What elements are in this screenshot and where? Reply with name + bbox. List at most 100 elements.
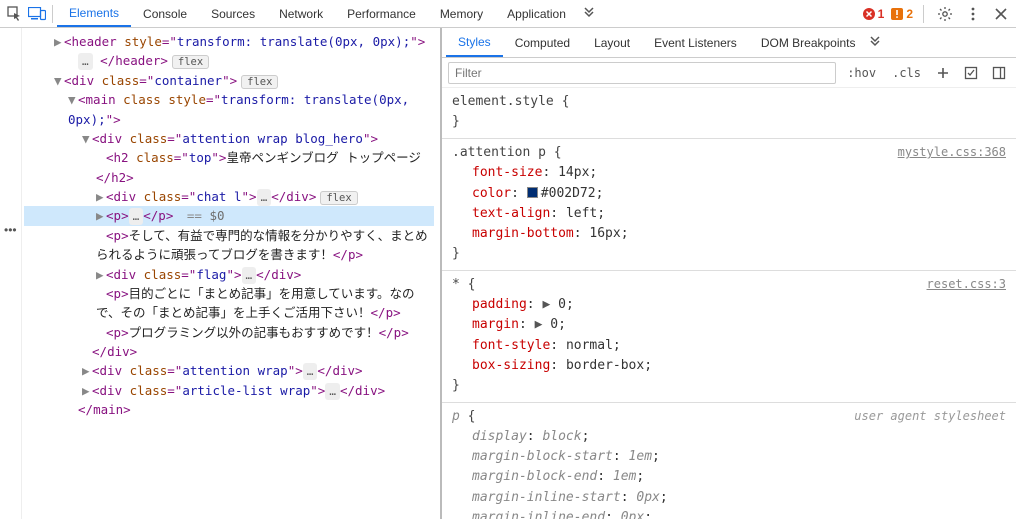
hov-toggle[interactable]: :hov — [842, 64, 881, 82]
css-rule[interactable]: user agent stylesheetp {display: block;m… — [442, 403, 1016, 519]
cls-toggle[interactable]: .cls — [887, 64, 926, 82]
css-declaration[interactable]: display: block; — [452, 427, 1006, 447]
close-icon[interactable] — [990, 3, 1012, 25]
main-toolbar: ElementsConsoleSourcesNetworkPerformance… — [0, 0, 1016, 28]
ellipsis-icon[interactable]: … — [257, 189, 272, 206]
flex-badge[interactable]: flex — [241, 75, 278, 89]
panel-tab-console[interactable]: Console — [131, 0, 199, 27]
css-declaration[interactable]: margin-bottom: 16px; — [452, 224, 1006, 244]
new-style-rule-icon[interactable] — [932, 62, 954, 84]
styles-tab-dom-breakpoints[interactable]: DOM Breakpoints — [749, 28, 868, 57]
panel-tab-performance[interactable]: Performance — [335, 0, 428, 27]
ellipsis-icon[interactable]: … — [303, 363, 318, 380]
css-rule[interactable]: reset.css:3* {padding: ▶ 0;margin: ▶ 0;f… — [442, 271, 1016, 403]
expand-arrow-icon[interactable]: ▶ — [82, 361, 92, 380]
dom-node[interactable]: ▶<div class="chat l">…</div>flex — [24, 187, 434, 206]
panel-tab-application[interactable]: Application — [495, 0, 578, 27]
inspect-icon[interactable] — [4, 3, 26, 25]
rule-source-link: user agent stylesheet — [854, 407, 1006, 426]
expand-shorthand-icon[interactable]: ▶ — [542, 297, 558, 312]
panel-tab-sources[interactable]: Sources — [199, 0, 267, 27]
css-declaration[interactable]: box-sizing: border-box; — [452, 356, 1006, 376]
dom-node[interactable]: </div> — [24, 342, 434, 361]
dom-node[interactable]: </main> — [24, 400, 434, 419]
dom-node[interactable]: ▶<div class="flag">…</div> — [24, 265, 434, 284]
expand-arrow-icon[interactable]: ▶ — [54, 32, 64, 51]
panel-layout-icon[interactable] — [988, 62, 1010, 84]
errors-badge[interactable]: 1 — [862, 7, 885, 21]
styles-tab-event-listeners[interactable]: Event Listeners — [642, 28, 749, 57]
dom-node[interactable]: ▼<div class="attention wrap blog_hero"> — [24, 129, 434, 148]
settings-icon[interactable] — [934, 3, 956, 25]
dom-node[interactable]: … </header>flex — [24, 51, 434, 70]
more-tabs-icon[interactable] — [578, 3, 600, 25]
css-declaration[interactable]: margin-block-start: 1em; — [452, 447, 1006, 467]
separator — [923, 5, 924, 23]
css-declaration[interactable]: margin: ▶ 0; — [452, 315, 1006, 335]
dom-node[interactable]: ▼<main class style="transform: translate… — [24, 90, 434, 129]
expand-arrow-icon[interactable]: ▶ — [82, 381, 92, 400]
css-declaration[interactable]: text-align: left; — [452, 204, 1006, 224]
dom-node[interactable]: ▶<p>…</p> == $0 — [24, 206, 434, 225]
expand-arrow-icon[interactable]: ▼ — [54, 71, 64, 90]
more-subtabs-icon[interactable] — [868, 36, 882, 50]
css-declaration[interactable]: margin-block-end: 1em; — [452, 467, 1006, 487]
dom-node[interactable]: <p>目的ごとに「まとめ記事」を用意しています。なので、その「まとめ記事」を上手… — [24, 284, 434, 323]
css-declaration[interactable]: margin-inline-end: 0px; — [452, 508, 1006, 519]
ellipsis-icon[interactable]: … — [129, 208, 144, 225]
dom-node[interactable]: ▼<div class="container">flex — [24, 71, 434, 90]
dom-node[interactable]: <p>そして、有益で専門的な情報を分かりやすく、まとめられるように頑張ってブログ… — [24, 226, 434, 265]
rule-selector[interactable]: .attention p — [452, 145, 546, 160]
styles-tab-layout[interactable]: Layout — [582, 28, 642, 57]
css-declaration[interactable]: margin-inline-start: 0px; — [452, 488, 1006, 508]
device-toolbar-icon[interactable] — [26, 3, 48, 25]
styles-subtabs: StylesComputedLayoutEvent ListenersDOM B… — [442, 28, 1016, 58]
panel-tab-memory[interactable]: Memory — [428, 0, 495, 27]
flex-badge[interactable]: flex — [320, 191, 357, 205]
expand-arrow-icon[interactable]: ▶ — [96, 187, 106, 206]
separator — [52, 5, 53, 23]
rule-source-link[interactable]: reset.css:3 — [927, 275, 1006, 294]
warnings-count: 2 — [906, 7, 913, 21]
css-declaration[interactable]: font-size: 14px; — [452, 163, 1006, 183]
panel-tabs: ElementsConsoleSourcesNetworkPerformance… — [57, 0, 578, 27]
main-area: ••• ▶<header style="transform: translate… — [0, 28, 1016, 519]
ellipsis-icon[interactable]: … — [78, 53, 93, 70]
expand-arrow-icon[interactable]: ▼ — [68, 90, 78, 109]
styles-tab-computed[interactable]: Computed — [503, 28, 582, 57]
rule-source-link[interactable]: mystyle.css:368 — [898, 143, 1006, 162]
css-declaration[interactable]: color: #002D72; — [452, 184, 1006, 204]
css-rule[interactable]: mystyle.css:368.attention p {font-size: … — [442, 139, 1016, 271]
expand-shorthand-icon[interactable]: ▶ — [535, 317, 551, 332]
css-declaration[interactable]: padding: ▶ 0; — [452, 295, 1006, 315]
ellipsis-icon[interactable]: … — [325, 383, 340, 400]
expand-arrow-icon[interactable]: ▶ — [96, 265, 106, 284]
kebab-menu-icon[interactable] — [962, 3, 984, 25]
dom-node[interactable]: ▶<div class="attention wrap">…</div> — [24, 361, 434, 380]
styles-tab-styles[interactable]: Styles — [446, 28, 503, 57]
css-declaration[interactable]: font-style: normal; — [452, 336, 1006, 356]
gutter-ellipsis-icon[interactable]: ••• — [4, 223, 17, 237]
dom-node[interactable]: <h2 class="top">皇帝ペンギンブログ トップページ</h2> — [24, 148, 434, 187]
computed-sidebar-icon[interactable] — [960, 62, 982, 84]
dom-node[interactable]: <p>プログラミング以外の記事もおすすめです！</p> — [24, 323, 434, 342]
dom-node[interactable]: ▶<header style="transform: translate(0px… — [24, 32, 434, 51]
css-rule[interactable]: element.style {} — [442, 88, 1016, 139]
panel-tab-elements[interactable]: Elements — [57, 0, 131, 27]
flex-badge[interactable]: flex — [172, 55, 209, 69]
expand-arrow-icon[interactable]: ▼ — [82, 129, 92, 148]
panel-tab-network[interactable]: Network — [267, 0, 335, 27]
color-swatch-icon[interactable] — [527, 187, 538, 198]
rule-selector[interactable]: * — [452, 277, 460, 292]
dom-tree-panel[interactable]: ▶<header style="transform: translate(0px… — [22, 28, 440, 519]
filter-bar: :hov .cls — [442, 58, 1016, 88]
styles-panel: StylesComputedLayoutEvent ListenersDOM B… — [440, 28, 1016, 519]
warnings-badge[interactable]: 2 — [890, 7, 913, 21]
dom-node[interactable]: ▶<div class="article-list wrap">…</div> — [24, 381, 434, 400]
expand-arrow-icon[interactable]: ▶ — [96, 206, 106, 225]
selected-node-hint: == $0 — [179, 208, 224, 223]
rule-selector[interactable]: p — [452, 409, 460, 424]
styles-filter-input[interactable] — [448, 62, 836, 84]
rule-selector[interactable]: element.style — [452, 94, 554, 109]
ellipsis-icon[interactable]: … — [242, 267, 257, 284]
